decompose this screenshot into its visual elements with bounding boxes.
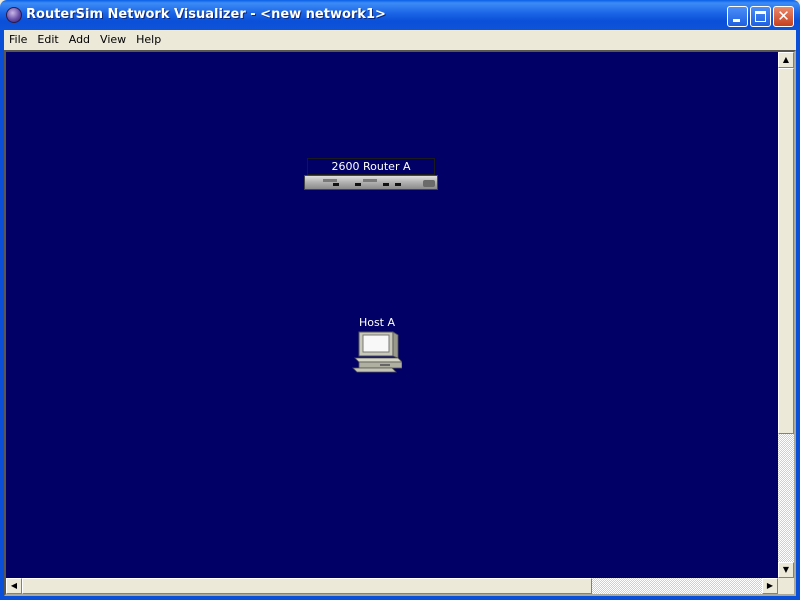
scroll-left-button[interactable]: ◀ bbox=[6, 578, 22, 594]
host-device[interactable]: Host A bbox=[352, 316, 402, 376]
router-console-port bbox=[423, 180, 435, 187]
network-canvas[interactable]: 2600 Router A Host A bbox=[6, 52, 778, 578]
vertical-scroll-track[interactable] bbox=[778, 434, 794, 562]
vertical-scrollbar[interactable]: ▲ ▼ bbox=[778, 52, 794, 578]
horizontal-scroll-track[interactable] bbox=[592, 578, 762, 594]
router-panel-a bbox=[323, 179, 337, 182]
menu-help[interactable]: Help bbox=[131, 30, 166, 49]
router-panel-b bbox=[363, 179, 377, 182]
window-title: RouterSim Network Visualizer - <new netw… bbox=[26, 7, 386, 22]
scroll-up-icon: ▲ bbox=[782, 55, 790, 64]
router-port bbox=[333, 183, 339, 186]
menu-bar: File Edit Add View Help bbox=[4, 30, 796, 49]
menu-add[interactable]: Add bbox=[64, 30, 95, 49]
window-frame-right bbox=[796, 30, 800, 600]
minimize-button[interactable] bbox=[727, 6, 748, 27]
router-label-box: 2600 Router A bbox=[307, 158, 435, 175]
scroll-left-icon: ◀ bbox=[10, 581, 18, 590]
maximize-button[interactable] bbox=[750, 6, 771, 27]
horizontal-scroll-thumb[interactable] bbox=[22, 578, 592, 594]
menu-file[interactable]: File bbox=[4, 30, 32, 49]
minimize-icon bbox=[733, 19, 740, 22]
scroll-right-button[interactable]: ▶ bbox=[762, 578, 778, 594]
router-icon bbox=[304, 175, 438, 190]
menu-view[interactable]: View bbox=[95, 30, 131, 49]
scroll-right-icon: ▶ bbox=[766, 581, 774, 590]
vertical-scroll-thumb[interactable] bbox=[778, 68, 794, 434]
computer-icon bbox=[352, 331, 402, 373]
maximize-icon bbox=[755, 11, 766, 22]
host-label: Host A bbox=[358, 316, 396, 329]
scroll-down-button[interactable]: ▼ bbox=[778, 562, 794, 578]
router-device[interactable]: 2600 Router A bbox=[304, 158, 438, 190]
router-label: 2600 Router A bbox=[331, 160, 411, 173]
network-canvas-container: 2600 Router A Host A ▲ ▼ ◀ ▶ bbox=[4, 50, 796, 596]
title-bar[interactable]: RouterSim Network Visualizer - <new netw… bbox=[0, 0, 800, 30]
horizontal-scrollbar[interactable]: ◀ ▶ bbox=[6, 578, 778, 594]
menu-edit[interactable]: Edit bbox=[32, 30, 63, 49]
router-port bbox=[355, 183, 361, 186]
close-button[interactable]: ✕ bbox=[773, 6, 794, 27]
close-icon: ✕ bbox=[777, 7, 790, 25]
window-frame-bottom bbox=[0, 596, 800, 600]
scroll-down-icon: ▼ bbox=[782, 565, 790, 574]
router-port bbox=[395, 183, 401, 186]
router-port bbox=[383, 183, 389, 186]
scrollbar-corner bbox=[778, 578, 794, 594]
app-icon[interactable] bbox=[6, 7, 22, 23]
scroll-up-button[interactable]: ▲ bbox=[778, 52, 794, 68]
